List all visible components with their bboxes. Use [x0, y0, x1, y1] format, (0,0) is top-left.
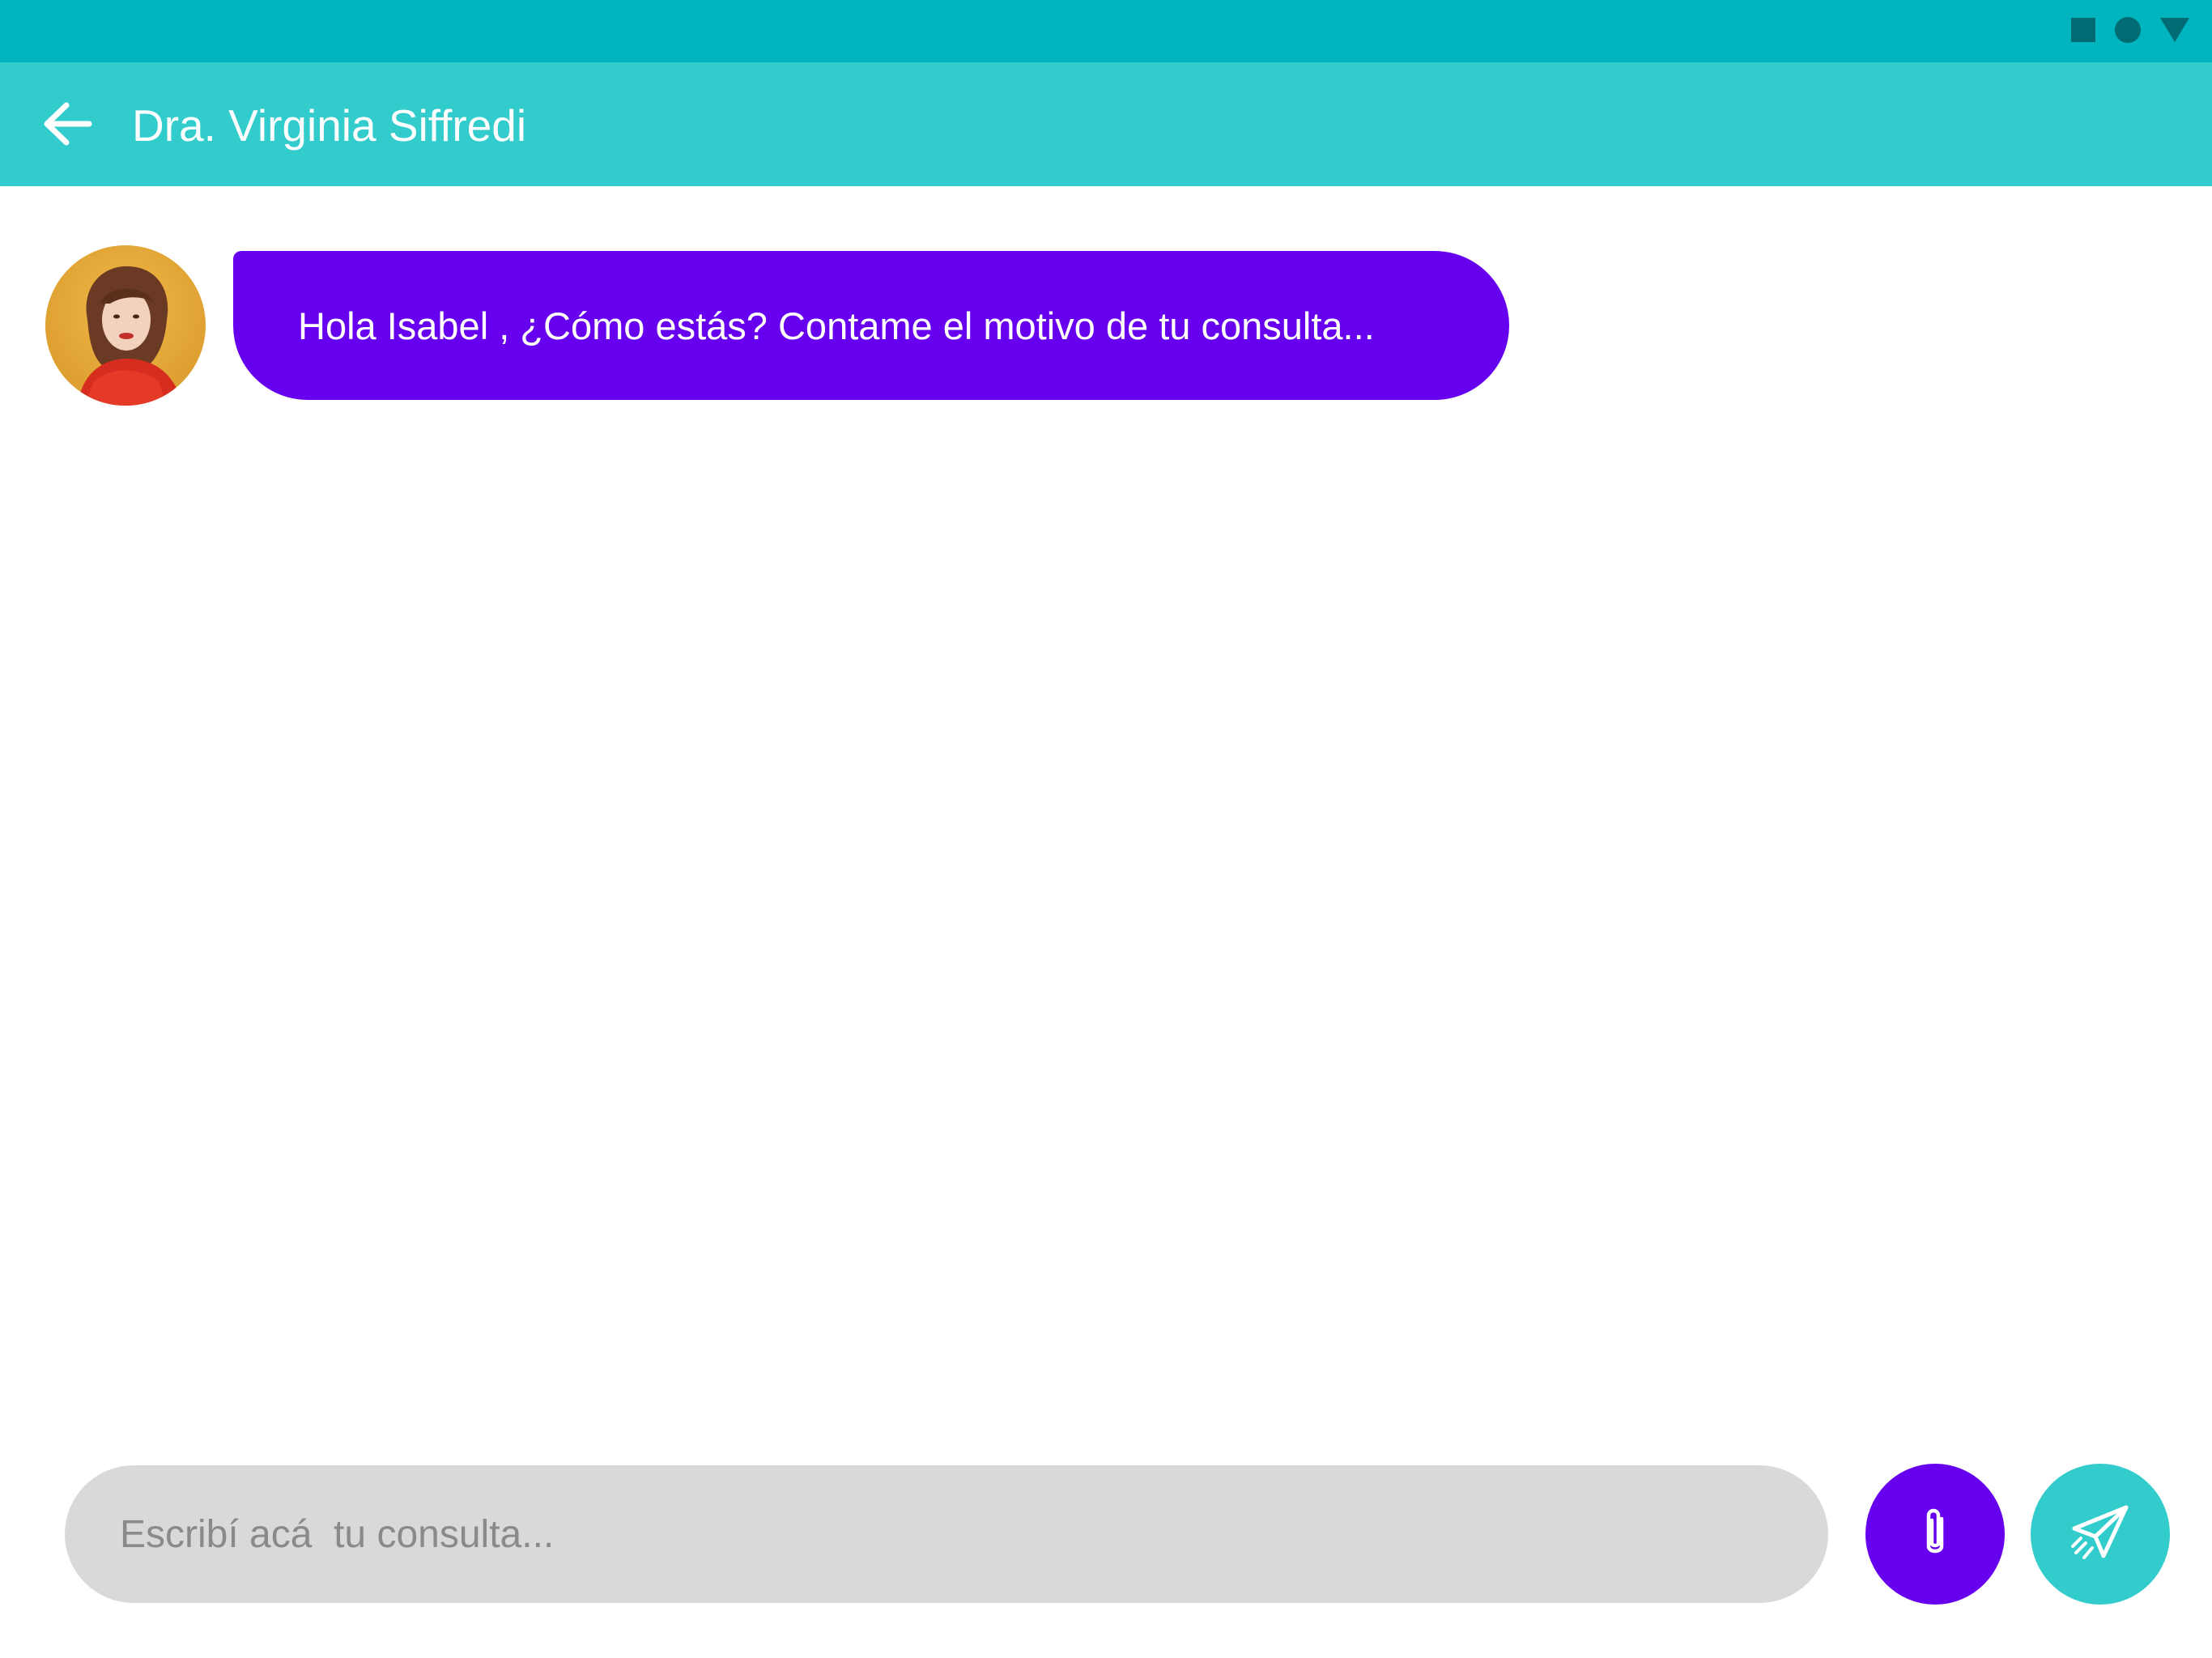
page-title: Dra. Virginia Siffredi — [132, 100, 527, 151]
chat-area: Hola Isabel , ¿Cómo estás? Contame el mo… — [0, 186, 2212, 1441]
message-row: Hola Isabel , ¿Cómo estás? Contame el mo… — [45, 245, 1509, 406]
send-button[interactable] — [2031, 1464, 2170, 1605]
attach-button[interactable] — [1865, 1464, 2005, 1605]
message-input[interactable] — [118, 1511, 1828, 1558]
square-icon — [2071, 18, 2095, 42]
arrow-left-icon — [42, 101, 92, 151]
message-text: Hola Isabel , ¿Cómo estás? Contame el mo… — [298, 304, 1375, 347]
status-bar — [0, 0, 2212, 62]
paperclip-icon — [1919, 1504, 1951, 1565]
status-icons — [2071, 17, 2189, 43]
triangle-icon — [2160, 18, 2189, 42]
composer — [0, 1441, 2212, 1658]
message-input-container[interactable] — [65, 1465, 1828, 1603]
doctor-avatar[interactable] — [45, 245, 206, 406]
message-bubble: Hola Isabel , ¿Cómo estás? Contame el mo… — [233, 251, 1509, 400]
back-button[interactable] — [31, 91, 104, 159]
app-bar: Dra. Virginia Siffredi — [0, 62, 2212, 186]
paper-plane-icon — [2069, 1504, 2131, 1565]
circle-icon — [2115, 17, 2141, 43]
